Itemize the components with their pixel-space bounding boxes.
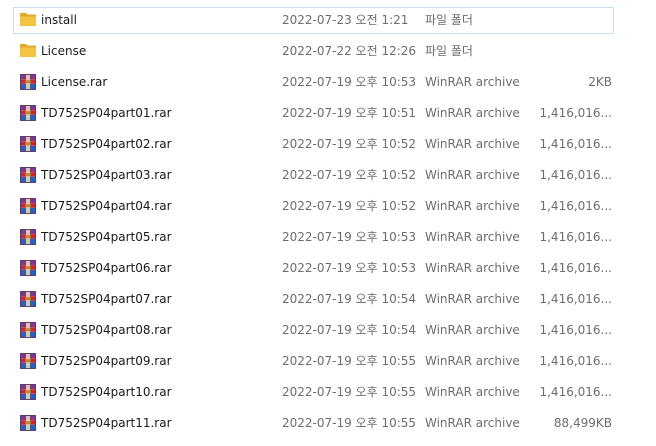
file-row[interactable]: TD752SP04part11.rar 2022-07-19 오후 10:55 Wi… xyxy=(13,410,614,437)
file-name: TD752SP04part11.rar xyxy=(41,416,172,430)
winrar-archive-icon xyxy=(20,349,38,374)
file-modified-date: 2022-07-19 오후 10:55 xyxy=(282,385,417,399)
file-type: WinRAR archive xyxy=(425,137,520,151)
winrar-archive-icon xyxy=(20,287,38,312)
file-type: 파일 폴더 xyxy=(425,13,473,27)
file-size: 1,416,016... xyxy=(539,106,612,120)
folder-icon xyxy=(20,8,38,33)
file-type: WinRAR archive xyxy=(425,323,520,337)
file-size: 1,416,016... xyxy=(539,199,612,213)
file-name: TD752SP04part07.rar xyxy=(41,292,172,306)
file-type: WinRAR archive xyxy=(425,385,520,399)
file-row[interactable]: TD752SP04part08.rar 2022-07-19 오후 10:54 Wi… xyxy=(13,317,614,344)
winrar-archive-icon xyxy=(20,380,38,405)
folder-icon xyxy=(20,39,38,64)
file-name: TD752SP04part02.rar xyxy=(41,137,172,151)
file-name: TD752SP04part10.rar xyxy=(41,385,172,399)
file-size: 2KB xyxy=(588,75,612,89)
file-modified-date: 2022-07-19 오후 10:53 xyxy=(282,230,417,244)
file-row[interactable]: TD752SP04part09.rar 2022-07-19 오후 10:55 Wi… xyxy=(13,348,614,375)
file-modified-date: 2022-07-19 오후 10:54 xyxy=(282,323,417,337)
winrar-archive-icon xyxy=(20,70,38,95)
file-name: TD752SP04part03.rar xyxy=(41,168,172,182)
file-row[interactable]: TD752SP04part07.rar 2022-07-19 오후 10:54 Wi… xyxy=(13,286,614,313)
file-type: WinRAR archive xyxy=(425,230,520,244)
file-row[interactable]: TD752SP04part03.rar 2022-07-19 오후 10:52 Wi… xyxy=(13,162,614,189)
file-row[interactable]: install 2022-07-23 오전 1:21 파일 폴더 xyxy=(13,7,614,34)
file-size: 1,416,016... xyxy=(539,323,612,337)
file-modified-date: 2022-07-22 오전 12:26 xyxy=(282,44,417,58)
file-type: WinRAR archive xyxy=(425,106,520,120)
file-name: TD752SP04part04.rar xyxy=(41,199,172,213)
file-name: TD752SP04part05.rar xyxy=(41,230,172,244)
vertical-scrollbar[interactable] xyxy=(642,0,656,446)
file-name: TD752SP04part06.rar xyxy=(41,261,172,275)
file-type: WinRAR archive xyxy=(425,354,520,368)
file-modified-date: 2022-07-19 오후 10:53 xyxy=(282,261,417,275)
file-modified-date: 2022-07-19 오후 10:51 xyxy=(282,106,417,120)
file-modified-date: 2022-07-19 오후 10:52 xyxy=(282,137,417,151)
file-modified-date: 2022-07-23 오전 1:21 xyxy=(282,13,409,27)
file-row[interactable]: TD752SP04part02.rar 2022-07-19 오후 10:52 Wi… xyxy=(13,131,614,158)
file-row[interactable]: License.rar 2022-07-19 오후 10:53 WinRAR arc… xyxy=(13,69,614,96)
file-size: 1,416,016... xyxy=(539,292,612,306)
file-size: 1,416,016... xyxy=(539,385,612,399)
file-name: install xyxy=(41,13,77,27)
file-name: License xyxy=(41,44,87,58)
file-size: 1,416,016... xyxy=(539,354,612,368)
file-name: TD752SP04part09.rar xyxy=(41,354,172,368)
file-modified-date: 2022-07-19 오후 10:54 xyxy=(282,292,417,306)
file-row[interactable]: TD752SP04part01.rar 2022-07-19 오후 10:51 Wi… xyxy=(13,100,614,127)
winrar-archive-icon xyxy=(20,411,38,436)
file-row[interactable]: TD752SP04part04.rar 2022-07-19 오후 10:52 Wi… xyxy=(13,193,614,220)
file-type: WinRAR archive xyxy=(425,292,520,306)
file-modified-date: 2022-07-19 오후 10:53 xyxy=(282,75,417,89)
winrar-archive-icon xyxy=(20,101,38,126)
file-size xyxy=(534,39,612,64)
file-modified-date: 2022-07-19 오후 10:55 xyxy=(282,354,417,368)
file-type: WinRAR archive xyxy=(425,261,520,275)
file-type: WinRAR archive xyxy=(425,416,520,430)
file-type: WinRAR archive xyxy=(425,75,520,89)
winrar-archive-icon xyxy=(20,194,38,219)
file-row[interactable]: TD752SP04part06.rar 2022-07-19 오후 10:53 Wi… xyxy=(13,255,614,282)
file-modified-date: 2022-07-19 오후 10:52 xyxy=(282,199,417,213)
file-type: 파일 폴더 xyxy=(425,44,473,58)
file-size: 1,416,016... xyxy=(539,168,612,182)
winrar-archive-icon xyxy=(20,163,38,188)
file-size: 88,499KB xyxy=(553,416,612,430)
winrar-archive-icon xyxy=(20,132,38,157)
file-row[interactable]: TD752SP04part10.rar 2022-07-19 오후 10:55 Wi… xyxy=(13,379,614,406)
winrar-archive-icon xyxy=(20,225,38,250)
file-modified-date: 2022-07-19 오후 10:52 xyxy=(282,168,417,182)
file-size: 1,416,016... xyxy=(539,261,612,275)
file-size: 1,416,016... xyxy=(539,137,612,151)
file-name: TD752SP04part01.rar xyxy=(41,106,172,120)
file-row[interactable]: TD752SP04part05.rar 2022-07-19 오후 10:53 Wi… xyxy=(13,224,614,251)
winrar-archive-icon xyxy=(20,256,38,281)
file-list: install 2022-07-23 오전 1:21 파일 폴더 License 202… xyxy=(0,0,656,446)
winrar-archive-icon xyxy=(20,318,38,343)
file-type: WinRAR archive xyxy=(425,168,520,182)
file-row[interactable]: License 2022-07-22 오전 12:26 파일 폴더 xyxy=(13,38,614,65)
file-name: License.rar xyxy=(41,75,108,89)
file-modified-date: 2022-07-19 오후 10:55 xyxy=(282,416,417,430)
file-type: WinRAR archive xyxy=(425,199,520,213)
file-name: TD752SP04part08.rar xyxy=(41,323,172,337)
file-size: 1,416,016... xyxy=(539,230,612,244)
file-size xyxy=(534,8,612,33)
